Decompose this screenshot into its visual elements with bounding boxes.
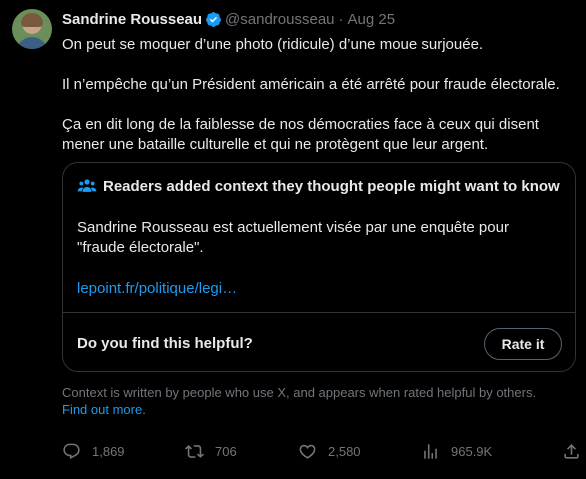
divider [63, 312, 575, 313]
like-count: 2,580 [328, 444, 361, 459]
community-note-source-link[interactable]: lepoint.fr/politique/legi… [77, 280, 237, 297]
tweet-header: Sandrine Rousseau @sandrousseau · Aug 25 [62, 10, 395, 28]
find-out-more-link[interactable]: Find out more. [62, 402, 146, 417]
reply-icon [63, 443, 80, 460]
community-note-title: Readers added context they thought peopl… [103, 177, 560, 195]
rate-it-button[interactable]: Rate it [484, 328, 562, 360]
tweet-date[interactable]: Aug 25 [348, 11, 396, 28]
share-icon [564, 444, 579, 459]
repost-icon [185, 445, 204, 458]
heart-icon [299, 444, 316, 459]
avatar-shoulders [16, 37, 48, 49]
like-button[interactable]: 2,580 [298, 442, 361, 461]
author-handle[interactable]: @sandrousseau [225, 11, 334, 28]
tweet-paragraph: On peut se moquer d’une photo (ridicule)… [62, 36, 484, 53]
avatar[interactable] [12, 9, 52, 49]
community-note-body: Sandrine Rousseau est actuellement visée… [77, 219, 509, 256]
tweet-paragraph: Il n’empêche qu’un Président américain a… [62, 76, 560, 93]
views-chart-icon [424, 444, 437, 459]
header-separator: · [338, 10, 344, 28]
repost-count: 706 [215, 444, 237, 459]
reply-count: 1,869 [92, 444, 125, 459]
verified-badge-icon [206, 11, 221, 27]
tweet-paragraph: Ça en dit long de la faiblesse de nos dé… [62, 116, 539, 153]
context-footer-text: Context is written by people who use X, … [62, 385, 537, 400]
tweet-text: On peut se moquer d’une photo (ridicule)… [62, 35, 578, 155]
repost-button[interactable]: 706 [185, 442, 237, 461]
community-note-card: Readers added context they thought peopl… [62, 162, 576, 372]
people-icon [77, 179, 97, 192]
helpful-question: Do you find this helpful? [77, 335, 253, 352]
avatar-hair [21, 13, 43, 27]
share-button[interactable] [562, 442, 581, 466]
community-note-header: Readers added context they thought peopl… [77, 176, 560, 196]
views-count: 965.9K [451, 444, 493, 459]
context-footer: Context is written by people who use X, … [62, 384, 578, 418]
tweet-actions: 1,869 706 2,580 965.9K [62, 442, 582, 462]
reply-button[interactable]: 1,869 [62, 442, 125, 461]
views-button[interactable]: 965.9K [421, 442, 492, 461]
author-display-name[interactable]: Sandrine Rousseau [62, 11, 202, 28]
